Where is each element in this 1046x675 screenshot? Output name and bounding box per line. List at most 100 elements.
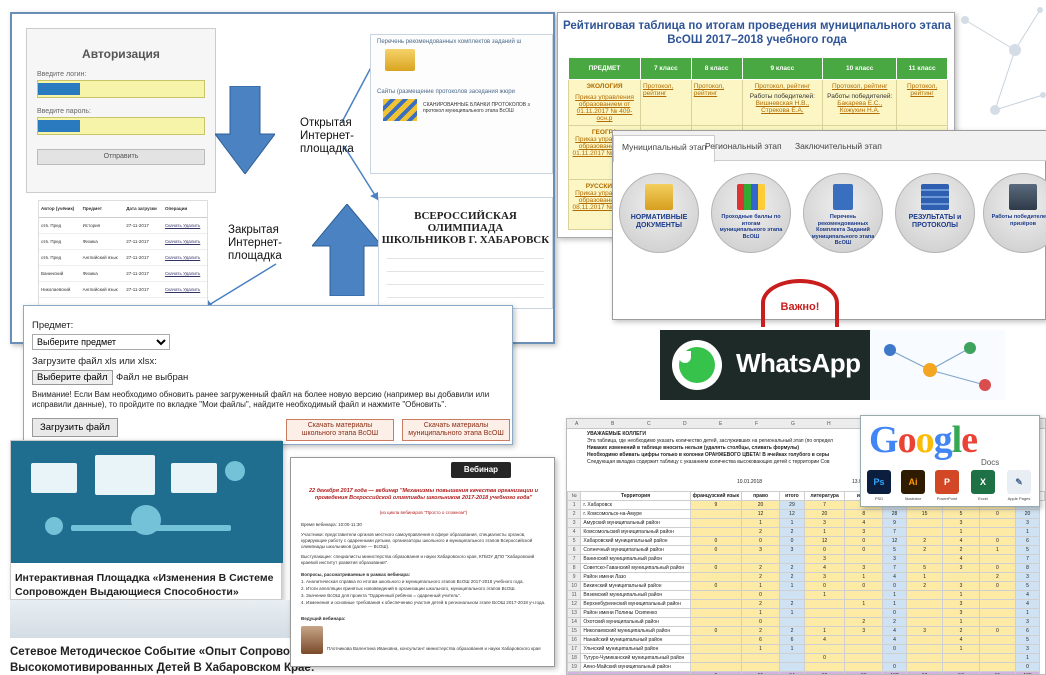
row-number[interactable]: 7 [567,554,582,564]
value-cell[interactable]: 3 [844,626,884,636]
value-cell[interactable]: 2 [779,527,805,537]
card-winners-works[interactable]: Работы победителей и призёров [983,173,1046,253]
row-number[interactable]: № [567,491,582,501]
value-cell[interactable]: 3 [741,545,781,555]
value-cell[interactable] [689,590,743,600]
value-cell[interactable]: 33 [844,671,884,674]
value-cell[interactable]: 5 [1015,635,1040,645]
value-cell[interactable] [844,554,884,564]
value-cell[interactable]: 63 [905,671,944,674]
value-cell[interactable]: 1 [779,608,805,618]
value-cell[interactable]: 12 [803,536,846,546]
card-passing-scores[interactable]: Проходные баллы по итогам муниципального… [711,173,791,253]
value-cell[interactable]: 6 [741,635,781,645]
value-cell[interactable]: 8 [1015,563,1040,573]
value-cell[interactable]: 7 [882,527,907,537]
value-cell[interactable]: 1 [942,644,980,654]
value-cell[interactable] [905,599,944,609]
value-cell[interactable]: 1 [741,518,781,528]
value-cell[interactable]: 6 [1015,626,1040,636]
value-cell[interactable] [978,662,1017,672]
value-cell[interactable] [779,617,805,627]
value-cell[interactable]: 1 [942,527,980,537]
row-actions[interactable]: Скачать Удалить [162,233,207,250]
value-cell[interactable] [689,635,743,645]
value-cell[interactable] [689,608,743,618]
card-task-sets[interactable]: Перечень рекомендованных Комплекта Задан… [803,173,883,253]
value-cell[interactable]: 2 [942,545,980,555]
value-cell[interactable] [779,662,805,672]
row-number[interactable]: 13 [567,608,582,618]
value-cell[interactable]: 9 [689,500,743,510]
territory-cell[interactable]: г. Комсомольск-на-Амуре [580,509,691,519]
row-number[interactable]: 11 [567,590,582,600]
column-letter[interactable]: A [575,421,578,427]
value-cell[interactable]: 2 [779,572,805,582]
row-number[interactable]: 18 [567,653,582,663]
value-cell[interactable]: 0 [882,662,907,672]
value-cell[interactable]: 1 [942,590,980,600]
choose-file-button[interactable]: Выберите файл [32,370,113,385]
value-cell[interactable] [942,653,980,663]
value-cell[interactable]: 1 [1015,527,1040,537]
value-cell[interactable] [689,572,743,582]
value-cell[interactable]: 2 [905,545,944,555]
value-cell[interactable]: 3 [882,554,907,564]
territory-cell[interactable]: Комсомольский муниципальный район [580,527,691,537]
row-number[interactable]: 15 [567,626,582,636]
territory-cell[interactable]: Николаевский муниципальный район [580,626,691,636]
value-cell[interactable]: 1 [779,518,805,528]
row-number[interactable]: 6 [567,545,582,555]
value-cell[interactable]: 0 [844,545,884,555]
row-number[interactable]: 1 [567,500,582,510]
value-cell[interactable]: 4 [1015,599,1040,609]
column-letter[interactable]: D [683,421,687,427]
value-cell[interactable]: 57 [942,671,980,674]
value-cell[interactable]: 0 [779,536,805,546]
value-cell[interactable]: 69 [803,671,846,674]
value-cell[interactable]: 3 [779,545,805,555]
value-cell[interactable] [905,635,944,645]
value-cell[interactable]: 5 [905,563,944,573]
value-cell[interactable] [689,644,743,654]
value-cell[interactable]: 2 [741,572,781,582]
value-cell[interactable]: 4 [882,572,907,582]
row-actions[interactable]: Скачать Удалить [162,249,207,266]
card-results[interactable]: РЕЗУЛЬТАТЫ и ПРОТОКОЛЫ [895,173,975,253]
column-letter[interactable]: F [755,421,758,427]
value-cell[interactable]: 4 [803,635,846,645]
value-cell[interactable] [689,617,743,627]
column-letter[interactable]: G [791,421,795,427]
value-cell[interactable]: 3 [1015,572,1040,582]
row-number[interactable]: 2 [567,509,582,519]
protocol-link[interactable]: Протокол, рейтинг [745,83,821,90]
value-cell[interactable] [844,635,884,645]
value-cell[interactable]: 2 [905,536,944,546]
value-cell[interactable]: 135 [1015,671,1040,674]
value-cell[interactable]: 4 [942,536,980,546]
value-cell[interactable]: 102 [882,671,907,674]
protocol-link[interactable]: Протокол, рейтинг [825,83,894,90]
value-cell[interactable]: 6 [1015,536,1040,546]
protocol-link[interactable]: Протокол, рейтинг [694,83,724,97]
winners-link[interactable]: Вишневская Н.В., Стрекова Е.А. [745,100,821,114]
value-cell[interactable]: 0 [978,626,1017,636]
value-cell[interactable]: 0 [689,581,743,591]
column-letter[interactable]: C [647,421,651,427]
territory-cell[interactable]: Охотский муниципальный район [580,617,691,627]
territory-cell[interactable]: Амурский муниципальный район [580,518,691,528]
value-cell[interactable]: 4 [882,626,907,636]
card-normative-docs[interactable]: НОРМАТИВНЫЕ ДОКУМЕНТЫ [619,173,699,253]
value-cell[interactable]: 3 [942,599,980,609]
platform-caption[interactable]: Интерактивная Площадка «Изменения В Сист… [15,571,283,599]
value-cell[interactable]: 0 [978,563,1017,573]
value-cell[interactable] [978,617,1017,627]
column-header[interactable]: литература [803,491,846,501]
value-cell[interactable]: 1 [882,599,907,609]
upload-button[interactable]: Загрузить файл [32,418,118,437]
value-cell[interactable] [905,653,944,663]
territory-cell[interactable]: Верхнебуреинский муниципальный район [580,599,691,609]
value-cell[interactable]: 8 [844,509,884,519]
value-cell[interactable]: 1 [844,572,884,582]
value-cell[interactable] [905,608,944,618]
